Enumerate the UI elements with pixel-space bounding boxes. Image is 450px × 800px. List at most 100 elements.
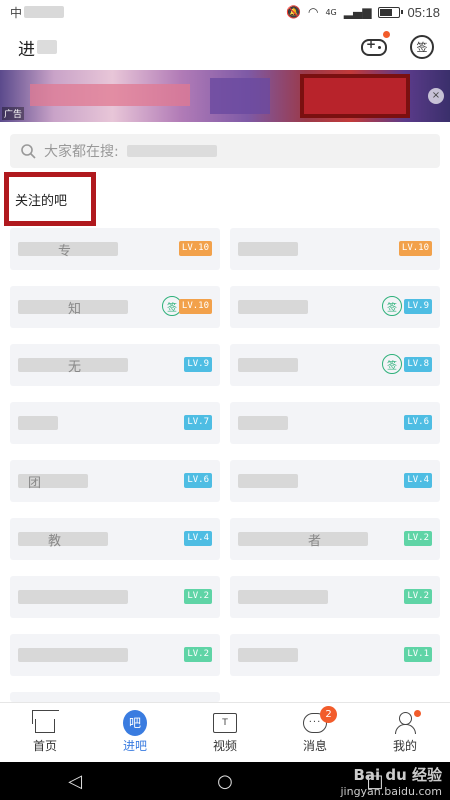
message-count-badge: 2 [320,705,337,723]
header-actions: 签 [360,31,436,59]
level-badge: LV.6 [184,473,212,488]
forum-name-blur [238,474,298,488]
sign-in-all-button[interactable]: 签 [408,35,436,59]
forum-card[interactable]: LV.2 [10,634,220,676]
tab-home[interactable]: 首页 [0,703,90,762]
forum-card[interactable]: LV.2 [230,576,440,618]
forum-card[interactable]: LV.7 [10,402,220,444]
carrier-area: 中 [10,4,65,21]
tab-forums-label: 进吧 [122,738,147,753]
banner-logo-blur [300,74,410,118]
message-icon: ··· 2 [303,705,337,734]
banner-close-icon[interactable]: × [428,88,444,104]
network-type: 4G [325,7,337,17]
watermark: Bai du 经验 jingyan.baidu.com [340,766,442,798]
bottom-tab-bar: 首页 吧 进吧 T 视频 ··· 2 消息 我的 [0,702,450,762]
level-badge: LV.10 [178,241,212,256]
carrier-blur [24,6,65,18]
forum-name-blur [18,648,128,662]
signal-icon: ▂▄▆ [343,5,372,19]
forum-card[interactable]: 签 LV.8 [230,344,440,386]
search-bar[interactable]: 大家都在搜: [10,134,440,168]
forum-card[interactable]: LV.2 [10,576,220,618]
back-button[interactable]: ◁ [60,771,90,792]
forum-card[interactable]: 者 LV.2 [230,518,440,560]
tab-messages[interactable]: ··· 2 消息 [270,703,360,762]
home-icon [33,712,57,734]
forum-card[interactable]: LV.4 [230,460,440,502]
search-placeholder: 大家都在搜: [44,144,119,160]
forum-name-fragment: 专 [58,243,72,259]
status-bar: 中 🔕 ◠ 4G ▂▄▆ 05:18 [0,0,450,24]
forum-name-blur [238,532,368,546]
battery-icon [378,6,404,18]
search-hot-term-blur [126,145,217,157]
forum-name-blur [238,416,288,430]
signed-in-icon: 签 [382,354,402,374]
level-badge: LV.4 [184,531,212,546]
tab-messages-label: 消息 [302,738,327,753]
forum-name-fragment: 无 [68,359,82,375]
level-badge: LV.9 [184,357,212,372]
banner-image-blur [210,78,270,114]
profile-notification-dot [414,709,421,717]
search-icon [21,144,36,159]
forum-card[interactable]: 专 LV.10 [10,228,220,270]
tab-profile[interactable]: 我的 [360,703,450,762]
banner-text-blur [30,84,190,106]
wifi-icon: ◠ [307,5,319,19]
forum-card-partial[interactable] [10,692,220,702]
sign-icon: 签 [410,35,434,59]
tab-video[interactable]: T 视频 [180,703,270,762]
forum-card[interactable]: 签 LV.9 [230,286,440,328]
ad-banner[interactable]: 广告 × [0,70,450,122]
app-header: 进 签 [0,28,450,66]
forum-name-blur [238,300,308,314]
notification-dot [383,31,390,38]
game-center-button[interactable] [360,31,390,59]
forum-card[interactable]: LV.6 [230,402,440,444]
forum-name-blur [238,648,298,662]
forum-name-fragment: 者 [308,533,322,549]
level-badge: LV.2 [184,589,212,604]
followed-forums-label: 关注的吧 [15,193,68,209]
forum-card[interactable]: 知签 LV.10 [10,286,220,328]
level-badge: LV.4 [404,473,432,488]
gamepad-icon [361,37,387,56]
level-badge: LV.9 [404,299,432,314]
level-badge: LV.1 [404,647,432,662]
forum-card[interactable]: 教 LV.4 [10,518,220,560]
home-button[interactable]: ○ [210,771,240,792]
status-icons: 🔕 ◠ 4G ▂▄▆ 05:18 [286,5,440,20]
forum-card[interactable]: 无 LV.9 [10,344,220,386]
forum-name-blur [18,532,108,546]
video-icon: T [213,712,237,734]
ba-icon: 吧 [123,709,147,736]
mute-icon: 🔕 [286,5,301,19]
forum-name-fragment: 教 [48,533,62,549]
ad-tag: 广告 [2,107,25,120]
level-badge: LV.10 [398,241,432,256]
forum-name-fragment: 知 [68,301,82,317]
forum-card[interactable]: LV.10 [230,228,440,270]
profile-icon [393,709,421,734]
tab-profile-label: 我的 [392,738,417,753]
level-badge: LV.7 [184,415,212,430]
forum-name-blur [18,590,128,604]
level-badge: LV.2 [404,531,432,546]
page-title: 进 [18,35,57,60]
tab-video-label: 视频 [212,738,237,753]
page-title-char: 进 [18,39,35,60]
level-badge: LV.10 [178,299,212,314]
forum-name-blur [238,590,328,604]
forum-card[interactable]: LV.1 [230,634,440,676]
tab-home-label: 首页 [32,738,57,753]
level-badge: LV.8 [404,357,432,372]
followed-forums-header: 关注的吧 [4,172,96,226]
carrier-text: 中 [10,5,23,20]
forum-card[interactable]: 团 LV.6 [10,460,220,502]
forum-name-blur [18,416,58,430]
page-title-blur [37,40,57,54]
forum-name-blur [238,242,298,256]
tab-forums[interactable]: 吧 进吧 [90,703,180,762]
